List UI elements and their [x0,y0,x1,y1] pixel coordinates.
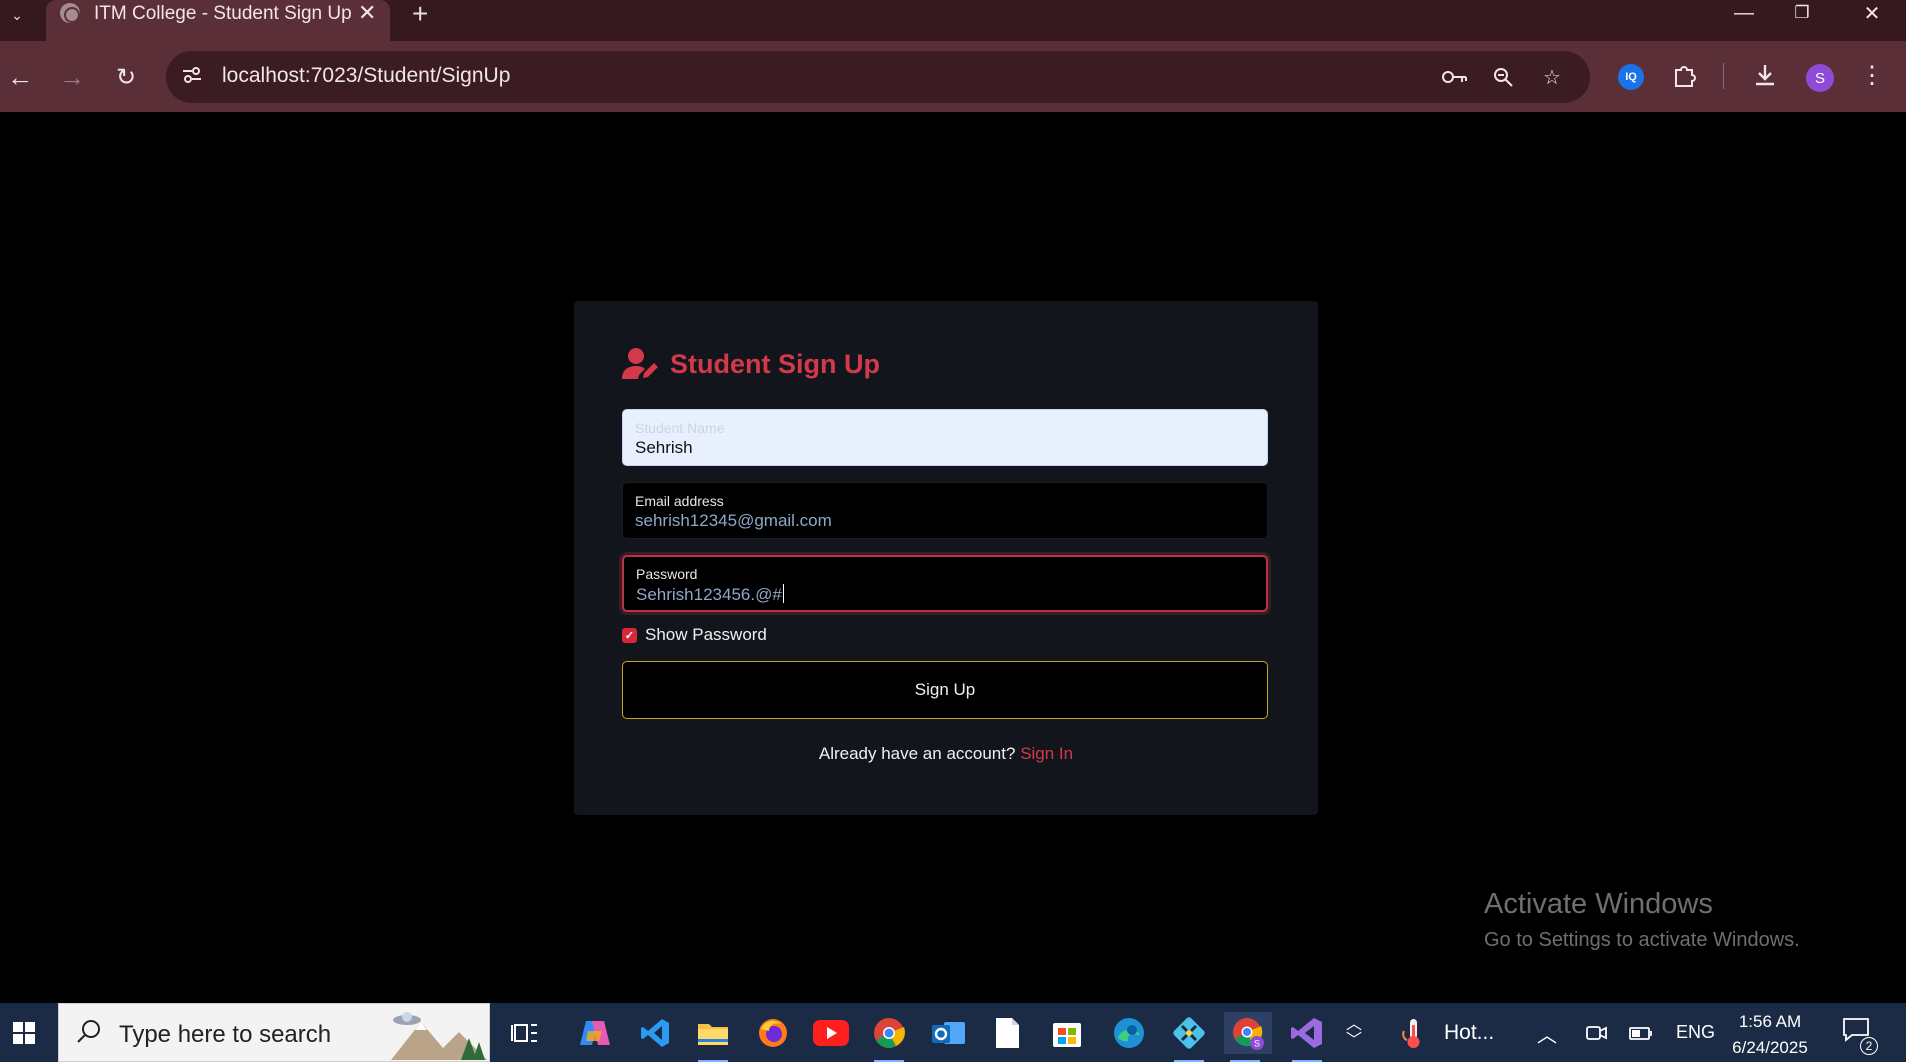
text-caret [782,584,784,603]
page-heading: Student Sign Up [622,347,880,381]
edge-icon[interactable] [1108,1012,1150,1054]
taskbar-overflow-chevrons-icon[interactable]: ︿ ﹀ [1336,1012,1372,1054]
extensions-puzzle-icon[interactable] [1667,57,1703,93]
signin-link[interactable]: Sign In [1020,744,1073,763]
chrome-profile-icon[interactable]: S [1224,1012,1272,1062]
taskbar-search-box[interactable]: Type here to search [58,1003,490,1062]
show-password-toggle[interactable]: ✓ Show Password [622,625,767,645]
email-label: Email address [635,493,724,509]
clock-date: 6/24/2025 [1732,1038,1808,1057]
email-field[interactable]: Email address sehrish12345@gmail.com [622,482,1268,539]
close-tab-icon[interactable]: ✕ [358,0,376,26]
notification-count-badge: 2 [1860,1037,1878,1055]
firefox-icon[interactable] [752,1012,794,1054]
taskbar-clock[interactable]: 1:56 AM 6/24/2025 [1730,1009,1810,1061]
copilot-icon[interactable] [574,1012,616,1054]
student-name-label: Student Name [635,420,725,436]
outlook-icon[interactable] [928,1012,970,1054]
start-button[interactable] [0,1003,48,1062]
windows-logo-icon [13,1021,35,1044]
signup-card: Student Sign Up Student Name Sehrish Ema… [574,301,1318,815]
address-bar[interactable]: localhost:7023/Student/SignUp ☆ [166,51,1590,103]
visual-studio-icon[interactable] [1286,1012,1328,1062]
snipping-tool-icon[interactable] [1168,1012,1210,1062]
tab-search-chevron-icon[interactable]: ⌄ [4,2,30,28]
file-explorer-icon[interactable] [692,1012,734,1062]
signin-prompt-text: Already have an account? [818,744,1016,763]
menu-kebab-icon[interactable]: ⋮ [1854,57,1890,93]
close-window-button[interactable]: ✕ [1842,0,1902,26]
browser-tab[interactable]: ITM College - Student Sign Up ✕ [46,0,390,41]
battery-power-icon[interactable] [1620,1012,1662,1054]
weather-thermometer-icon[interactable] [1392,1012,1434,1054]
password-label: Password [636,566,698,582]
show-password-checkbox[interactable]: ✓ [622,627,637,643]
password-value-wrap[interactable]: Sehrish123456.@# [636,584,784,605]
microsoft-store-icon[interactable] [1046,1012,1088,1054]
screen: ⌄ ITM College - Student Sign Up ✕ + — ❐ … [0,0,1906,1062]
restore-button[interactable]: ❐ [1772,0,1832,26]
tab-title: ITM College - Student Sign Up [94,3,352,24]
password-key-icon[interactable] [1440,63,1468,91]
email-value[interactable]: sehrish12345@gmail.com [635,511,832,531]
new-tab-icon[interactable]: + [412,0,428,30]
vscode-icon[interactable] [634,1012,676,1054]
taskbar: Type here to search S ︿ ﹀ Hot... ︿ ENG 1… [0,1003,1906,1062]
svg-text:S: S [1254,1039,1260,1049]
iq-extension-icon[interactable]: IQ [1618,64,1644,90]
site-info-icon[interactable] [180,63,206,89]
language-indicator[interactable]: ENG [1676,1022,1715,1043]
browser-tab-strip: ⌄ ITM College - Student Sign Up ✕ + — ❐ … [0,0,1906,41]
reload-icon[interactable]: ↻ [106,57,146,97]
back-icon[interactable]: ← [0,57,40,97]
signup-button[interactable]: Sign Up [622,661,1268,719]
profile-avatar[interactable]: S [1806,64,1834,92]
downloads-icon[interactable] [1747,57,1783,93]
search-placeholder: Type here to search [119,1021,332,1048]
activate-windows-title: Activate Windows [1484,888,1713,920]
bookmark-star-icon[interactable]: ☆ [1538,63,1566,91]
globe-icon [60,3,80,23]
page-title: Student Sign Up [670,348,880,379]
user-edit-icon [622,348,658,379]
weather-label[interactable]: Hot... [1444,1021,1494,1045]
password-value: Sehrish123456.@# [636,585,782,604]
show-password-label: Show Password [645,625,767,644]
show-hidden-icons-chevron-icon[interactable]: ︿ [1526,1012,1568,1054]
search-icon [75,1018,103,1053]
zoom-icon[interactable] [1489,63,1517,91]
activate-windows-subtitle: Go to Settings to activate Windows. [1484,929,1800,951]
minimize-button[interactable]: — [1714,0,1774,26]
chrome-icon[interactable] [868,1012,910,1062]
toolbar-separator [1723,63,1724,89]
notepad-file-icon[interactable] [986,1012,1028,1054]
search-highlight-mountain-icon [391,1012,487,1060]
meet-camera-icon[interactable] [1576,1012,1618,1054]
student-name-field[interactable]: Student Name Sehrish [622,409,1268,466]
password-field[interactable]: Password Sehrish123456.@# [622,555,1268,612]
task-view-icon[interactable] [504,1012,546,1054]
url-text: localhost:7023/Student/SignUp [222,64,511,87]
clock-time: 1:56 AM [1738,1012,1802,1031]
signin-prompt: Already have an account? Sign In [574,744,1318,764]
forward-icon[interactable]: → [52,57,92,97]
student-name-value[interactable]: Sehrish [635,438,693,458]
browser-toolbar: ← → ↻ localhost:7023/Student/SignUp ☆ IQ… [0,41,1906,112]
youtube-icon[interactable] [810,1012,852,1054]
